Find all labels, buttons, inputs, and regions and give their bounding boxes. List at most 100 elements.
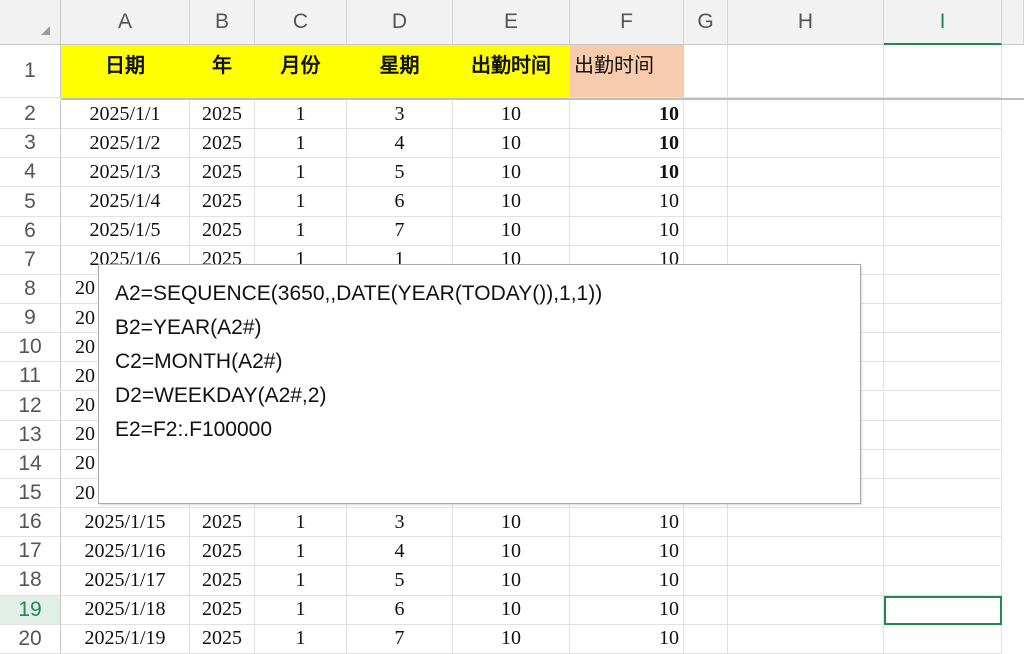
row-header-13[interactable]: 13	[0, 420, 61, 450]
cell-i2[interactable]	[884, 100, 1002, 130]
formula-note-box[interactable]: A2=SEQUENCE(3650,,DATE(YEAR(TODAY()),1,1…	[98, 264, 861, 504]
column-header-g[interactable]: G	[684, 0, 728, 45]
cell-d20[interactable]: 7	[347, 624, 453, 654]
cell-i10[interactable]	[884, 333, 1002, 363]
cell-h17[interactable]	[728, 537, 884, 567]
cell-e5[interactable]: 10	[453, 187, 570, 217]
cell-e20[interactable]: 10	[453, 624, 570, 654]
row-header-10[interactable]: 10	[0, 333, 61, 363]
row-header-20[interactable]: 20	[0, 624, 61, 654]
cell-a3[interactable]: 2025/1/2	[61, 129, 190, 159]
cell-c3[interactable]: 1	[255, 129, 347, 159]
cell-i15[interactable]	[884, 478, 1002, 509]
cell-h2[interactable]	[728, 100, 884, 130]
row-header-17[interactable]: 17	[0, 537, 61, 567]
row-header-14[interactable]: 14	[0, 449, 61, 479]
row-header-11[interactable]: 11	[0, 362, 61, 392]
cell-i7[interactable]	[884, 245, 1002, 275]
header-cell-d[interactable]: 星期	[347, 45, 453, 98]
header-cell-e[interactable]: 出勤时间	[453, 45, 570, 98]
cell-c17[interactable]: 1	[255, 537, 347, 567]
cell-i6[interactable]	[884, 216, 1002, 246]
cell-c4[interactable]: 1	[255, 158, 347, 188]
row-header-8[interactable]: 8	[0, 274, 61, 305]
cell-a5[interactable]: 2025/1/4	[61, 187, 190, 217]
cell-a18[interactable]: 2025/1/17	[61, 566, 190, 596]
cell-d2[interactable]: 3	[347, 100, 453, 130]
row-header-2[interactable]: 2	[0, 100, 61, 130]
row-header-7[interactable]: 7	[0, 245, 61, 275]
cell-g5[interactable]	[684, 187, 728, 217]
cell-d17[interactable]: 4	[347, 537, 453, 567]
column-header-i[interactable]: I	[884, 0, 1002, 45]
header-cell-c[interactable]: 月份	[255, 45, 347, 98]
cell-c6[interactable]: 1	[255, 216, 347, 246]
cell-a2[interactable]: 2025/1/1	[61, 100, 190, 130]
cell-f18[interactable]: 10	[570, 566, 684, 596]
column-header-c[interactable]: C	[255, 0, 347, 45]
cell-g1[interactable]	[684, 45, 728, 98]
cell-i16[interactable]	[884, 508, 1002, 538]
cell-i1[interactable]	[884, 45, 1002, 98]
cell-a6[interactable]: 2025/1/5	[61, 216, 190, 246]
row-header-19[interactable]: 19	[0, 595, 61, 625]
select-all-corner[interactable]	[0, 0, 61, 45]
cell-e17[interactable]: 10	[453, 537, 570, 567]
row-header-15[interactable]: 15	[0, 478, 61, 509]
cell-b17[interactable]: 2025	[190, 537, 255, 567]
cell-e6[interactable]: 10	[453, 216, 570, 246]
column-header-f[interactable]: F	[570, 0, 684, 45]
cell-g2[interactable]	[684, 100, 728, 130]
cell-i20[interactable]	[884, 624, 1002, 654]
cell-h1[interactable]	[728, 45, 884, 98]
cell-e19[interactable]: 10	[453, 595, 570, 625]
cell-b4[interactable]: 2025	[190, 158, 255, 188]
row-header-4[interactable]: 4	[0, 158, 61, 188]
cell-h19[interactable]	[728, 595, 884, 625]
cell-f17[interactable]: 10	[570, 537, 684, 567]
cell-e16[interactable]: 10	[453, 508, 570, 538]
cell-i12[interactable]	[884, 391, 1002, 421]
cell-a17[interactable]: 2025/1/16	[61, 537, 190, 567]
column-header-h[interactable]: H	[728, 0, 884, 45]
cell-c16[interactable]: 1	[255, 508, 347, 538]
cell-g4[interactable]	[684, 158, 728, 188]
row-header-6[interactable]: 6	[0, 216, 61, 246]
cell-d4[interactable]: 5	[347, 158, 453, 188]
row-header-18[interactable]: 18	[0, 566, 61, 596]
cell-b5[interactable]: 2025	[190, 187, 255, 217]
row-header-1[interactable]: 1	[0, 45, 61, 98]
cell-e4[interactable]: 10	[453, 158, 570, 188]
cell-c19[interactable]: 1	[255, 595, 347, 625]
cell-c5[interactable]: 1	[255, 187, 347, 217]
cell-d6[interactable]: 7	[347, 216, 453, 246]
cell-i3[interactable]	[884, 129, 1002, 159]
column-header-b[interactable]: B	[190, 0, 255, 45]
cell-e2[interactable]: 10	[453, 100, 570, 130]
cell-d18[interactable]: 5	[347, 566, 453, 596]
cell-h5[interactable]	[728, 187, 884, 217]
cell-b2[interactable]: 2025	[190, 100, 255, 130]
cell-g16[interactable]	[684, 508, 728, 538]
cell-h20[interactable]	[728, 624, 884, 654]
column-header-e[interactable]: E	[453, 0, 570, 45]
cell-h3[interactable]	[728, 129, 884, 159]
column-header-d[interactable]: D	[347, 0, 453, 45]
cell-i13[interactable]	[884, 420, 1002, 450]
cell-a16[interactable]: 2025/1/15	[61, 508, 190, 538]
cell-h18[interactable]	[728, 566, 884, 596]
header-cell-f[interactable]: 出勤时间	[570, 45, 684, 98]
cell-e18[interactable]: 10	[453, 566, 570, 596]
cell-b16[interactable]: 2025	[190, 508, 255, 538]
cell-i17[interactable]	[884, 537, 1002, 567]
cell-h16[interactable]	[728, 508, 884, 538]
cell-g6[interactable]	[684, 216, 728, 246]
row-header-3[interactable]: 3	[0, 129, 61, 159]
cell-a19[interactable]: 2025/1/18	[61, 595, 190, 625]
cell-f19[interactable]: 10	[570, 595, 684, 625]
cell-f5[interactable]: 10	[570, 187, 684, 217]
cell-g19[interactable]	[684, 595, 728, 625]
cell-d16[interactable]: 3	[347, 508, 453, 538]
cell-f6[interactable]: 10	[570, 216, 684, 246]
cell-d5[interactable]: 6	[347, 187, 453, 217]
